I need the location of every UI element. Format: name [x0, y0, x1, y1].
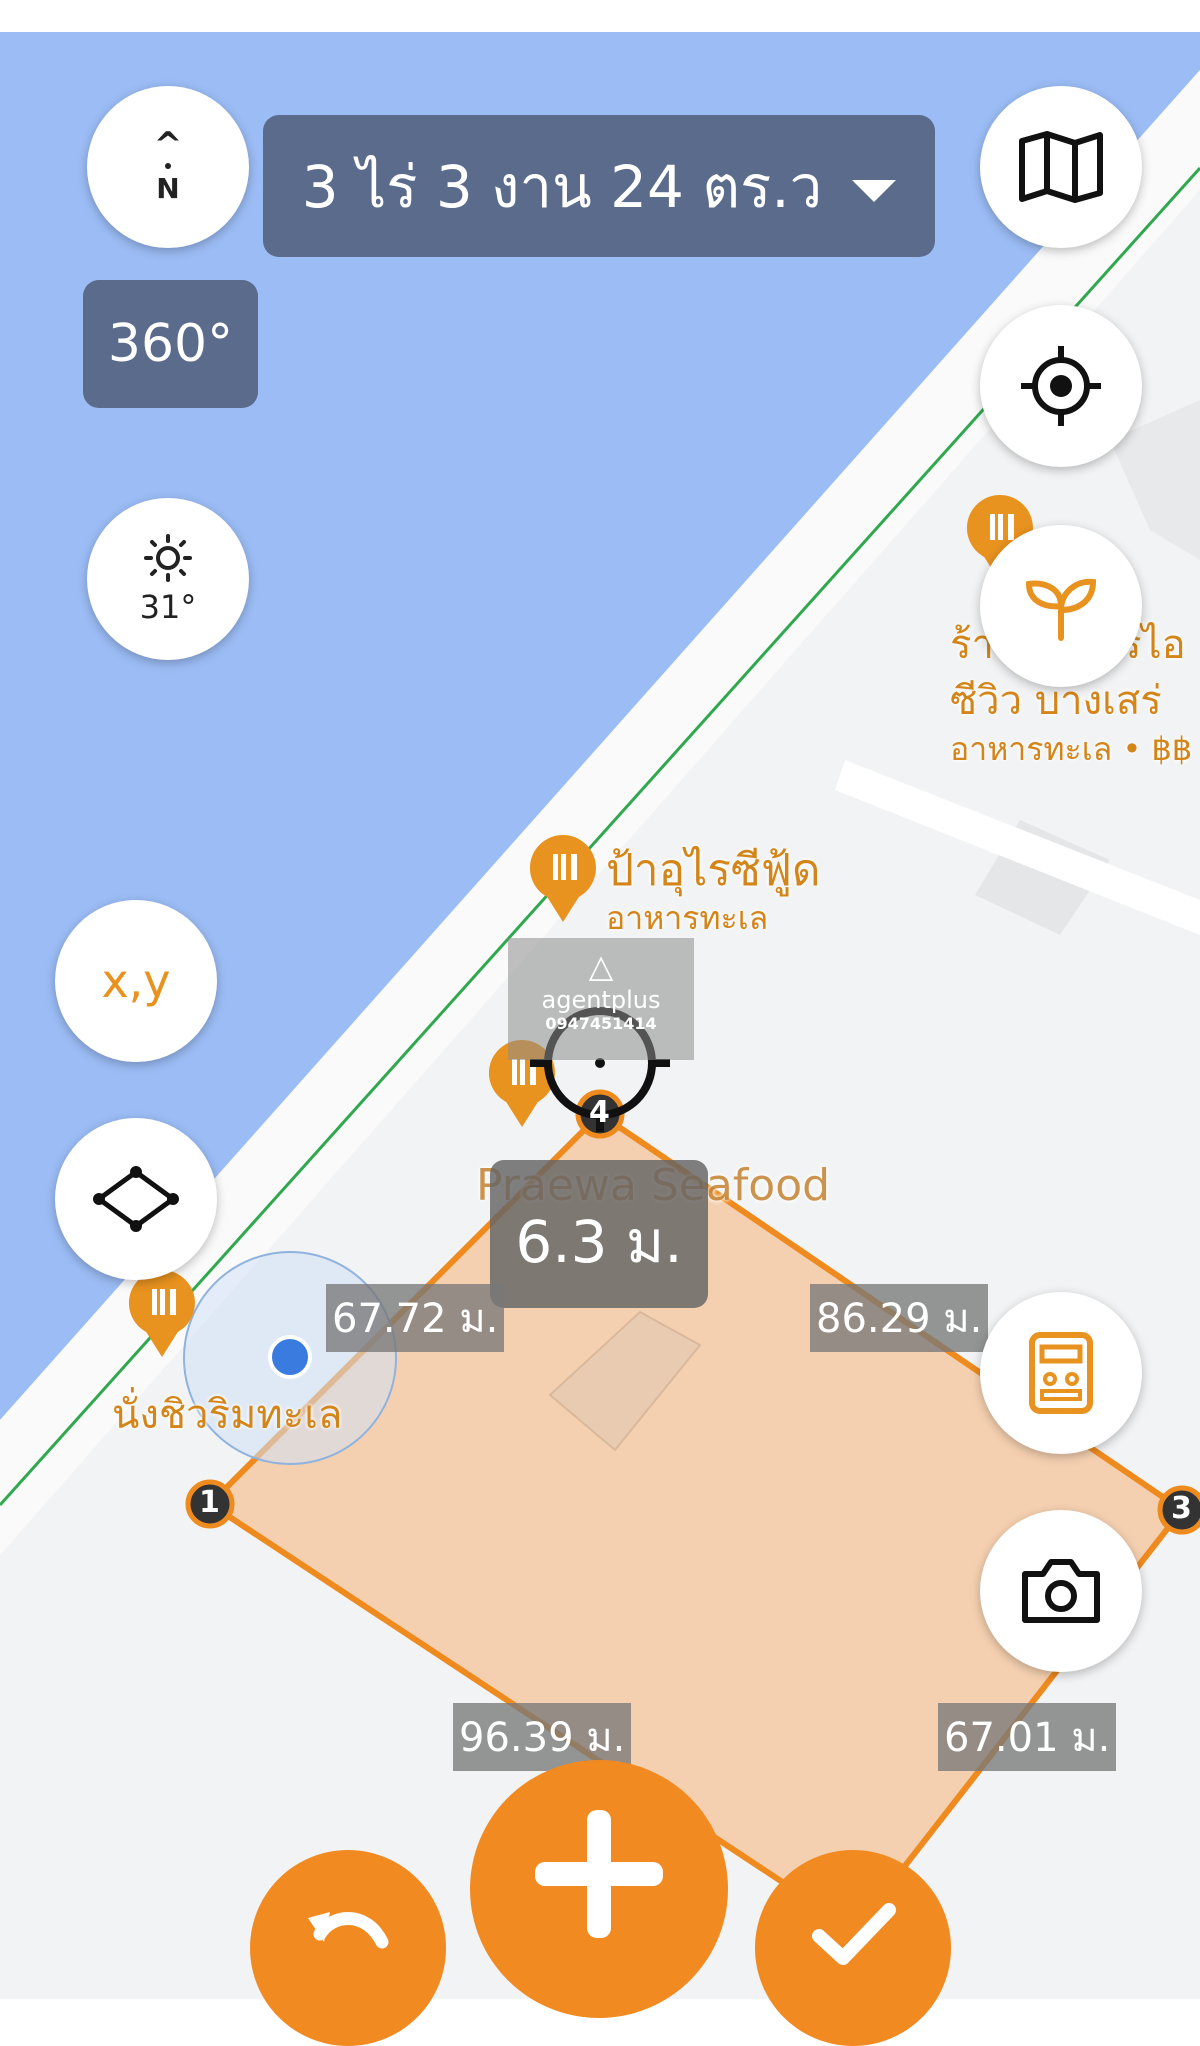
vertex-label-3[interactable]: 3 [1171, 1491, 1192, 1526]
edge-length-label: 67.01 ม. [938, 1703, 1117, 1771]
calculator-icon [1029, 1332, 1093, 1414]
map-icon [1019, 131, 1103, 203]
watermark: △ agentplus 0947451414 [508, 938, 694, 1060]
weather-button[interactable]: 31° [87, 498, 249, 660]
coordinate-button[interactable]: x,y [55, 900, 217, 1062]
area-dropdown[interactable]: 3 ไร่ 3 งาน 24 ตร.ว [263, 115, 935, 257]
leaf-icon [1025, 578, 1097, 641]
add-point-button[interactable] [470, 1760, 728, 2018]
undo-button[interactable] [250, 1850, 446, 2046]
polygon-tool-button[interactable] [55, 1118, 217, 1280]
chevron-down-icon [852, 180, 897, 202]
temperature-label: 31° [139, 588, 197, 626]
camera-button[interactable] [980, 1510, 1142, 1672]
watermark-logo-icon: △ [588, 947, 614, 985]
map-screen: 1 3 4 ป้าอุไรซีฟู้ด อาหารทะเล Praewa Sea… [0, 0, 1200, 2046]
calculator-button[interactable] [980, 1292, 1142, 1454]
edge-length-label: 67.72 ม. [326, 1284, 505, 1352]
vertex-label-1[interactable]: 1 [199, 1485, 220, 1520]
vertex-label-4[interactable]: 4 [589, 1095, 610, 1130]
bearing-badge[interactable]: 360° [83, 280, 258, 408]
north-arrow-icon: ^ [153, 124, 183, 165]
sun-icon [144, 534, 192, 582]
watermark-brand: agentplus [541, 986, 661, 1014]
plus-icon [535, 1810, 663, 1938]
crosshair-target-icon [1021, 346, 1101, 426]
confirm-button[interactable] [755, 1850, 951, 2046]
polygon-icon [93, 1166, 179, 1232]
location-dot [268, 1335, 312, 1379]
poi-category: อาหารทะเล [606, 899, 769, 937]
undo-icon [308, 1912, 389, 1949]
live-distance-label: 6.3 ม. [490, 1160, 708, 1308]
north-dot [165, 162, 171, 169]
check-icon [812, 1903, 896, 1965]
plant-button[interactable] [980, 525, 1142, 687]
poi-label[interactable]: นั่งชิวริมทะเล [112, 1382, 342, 1446]
edge-length-label: 86.29 ม. [810, 1284, 989, 1352]
map-layers-button[interactable] [980, 86, 1142, 248]
top-strip [0, 0, 1200, 32]
xy-label: x,y [101, 954, 171, 1008]
camera-icon [1022, 1559, 1100, 1623]
locate-button[interactable] [980, 305, 1142, 467]
area-text: 3 ไร่ 3 งาน 24 ตร.ว [301, 152, 823, 221]
compass-button[interactable]: ^ N [87, 86, 249, 248]
north-letter: N [156, 171, 180, 205]
watermark-phone: 0947451414 [545, 1014, 657, 1033]
poi-category: อาหารทะเล • ฿฿ [950, 730, 1193, 768]
